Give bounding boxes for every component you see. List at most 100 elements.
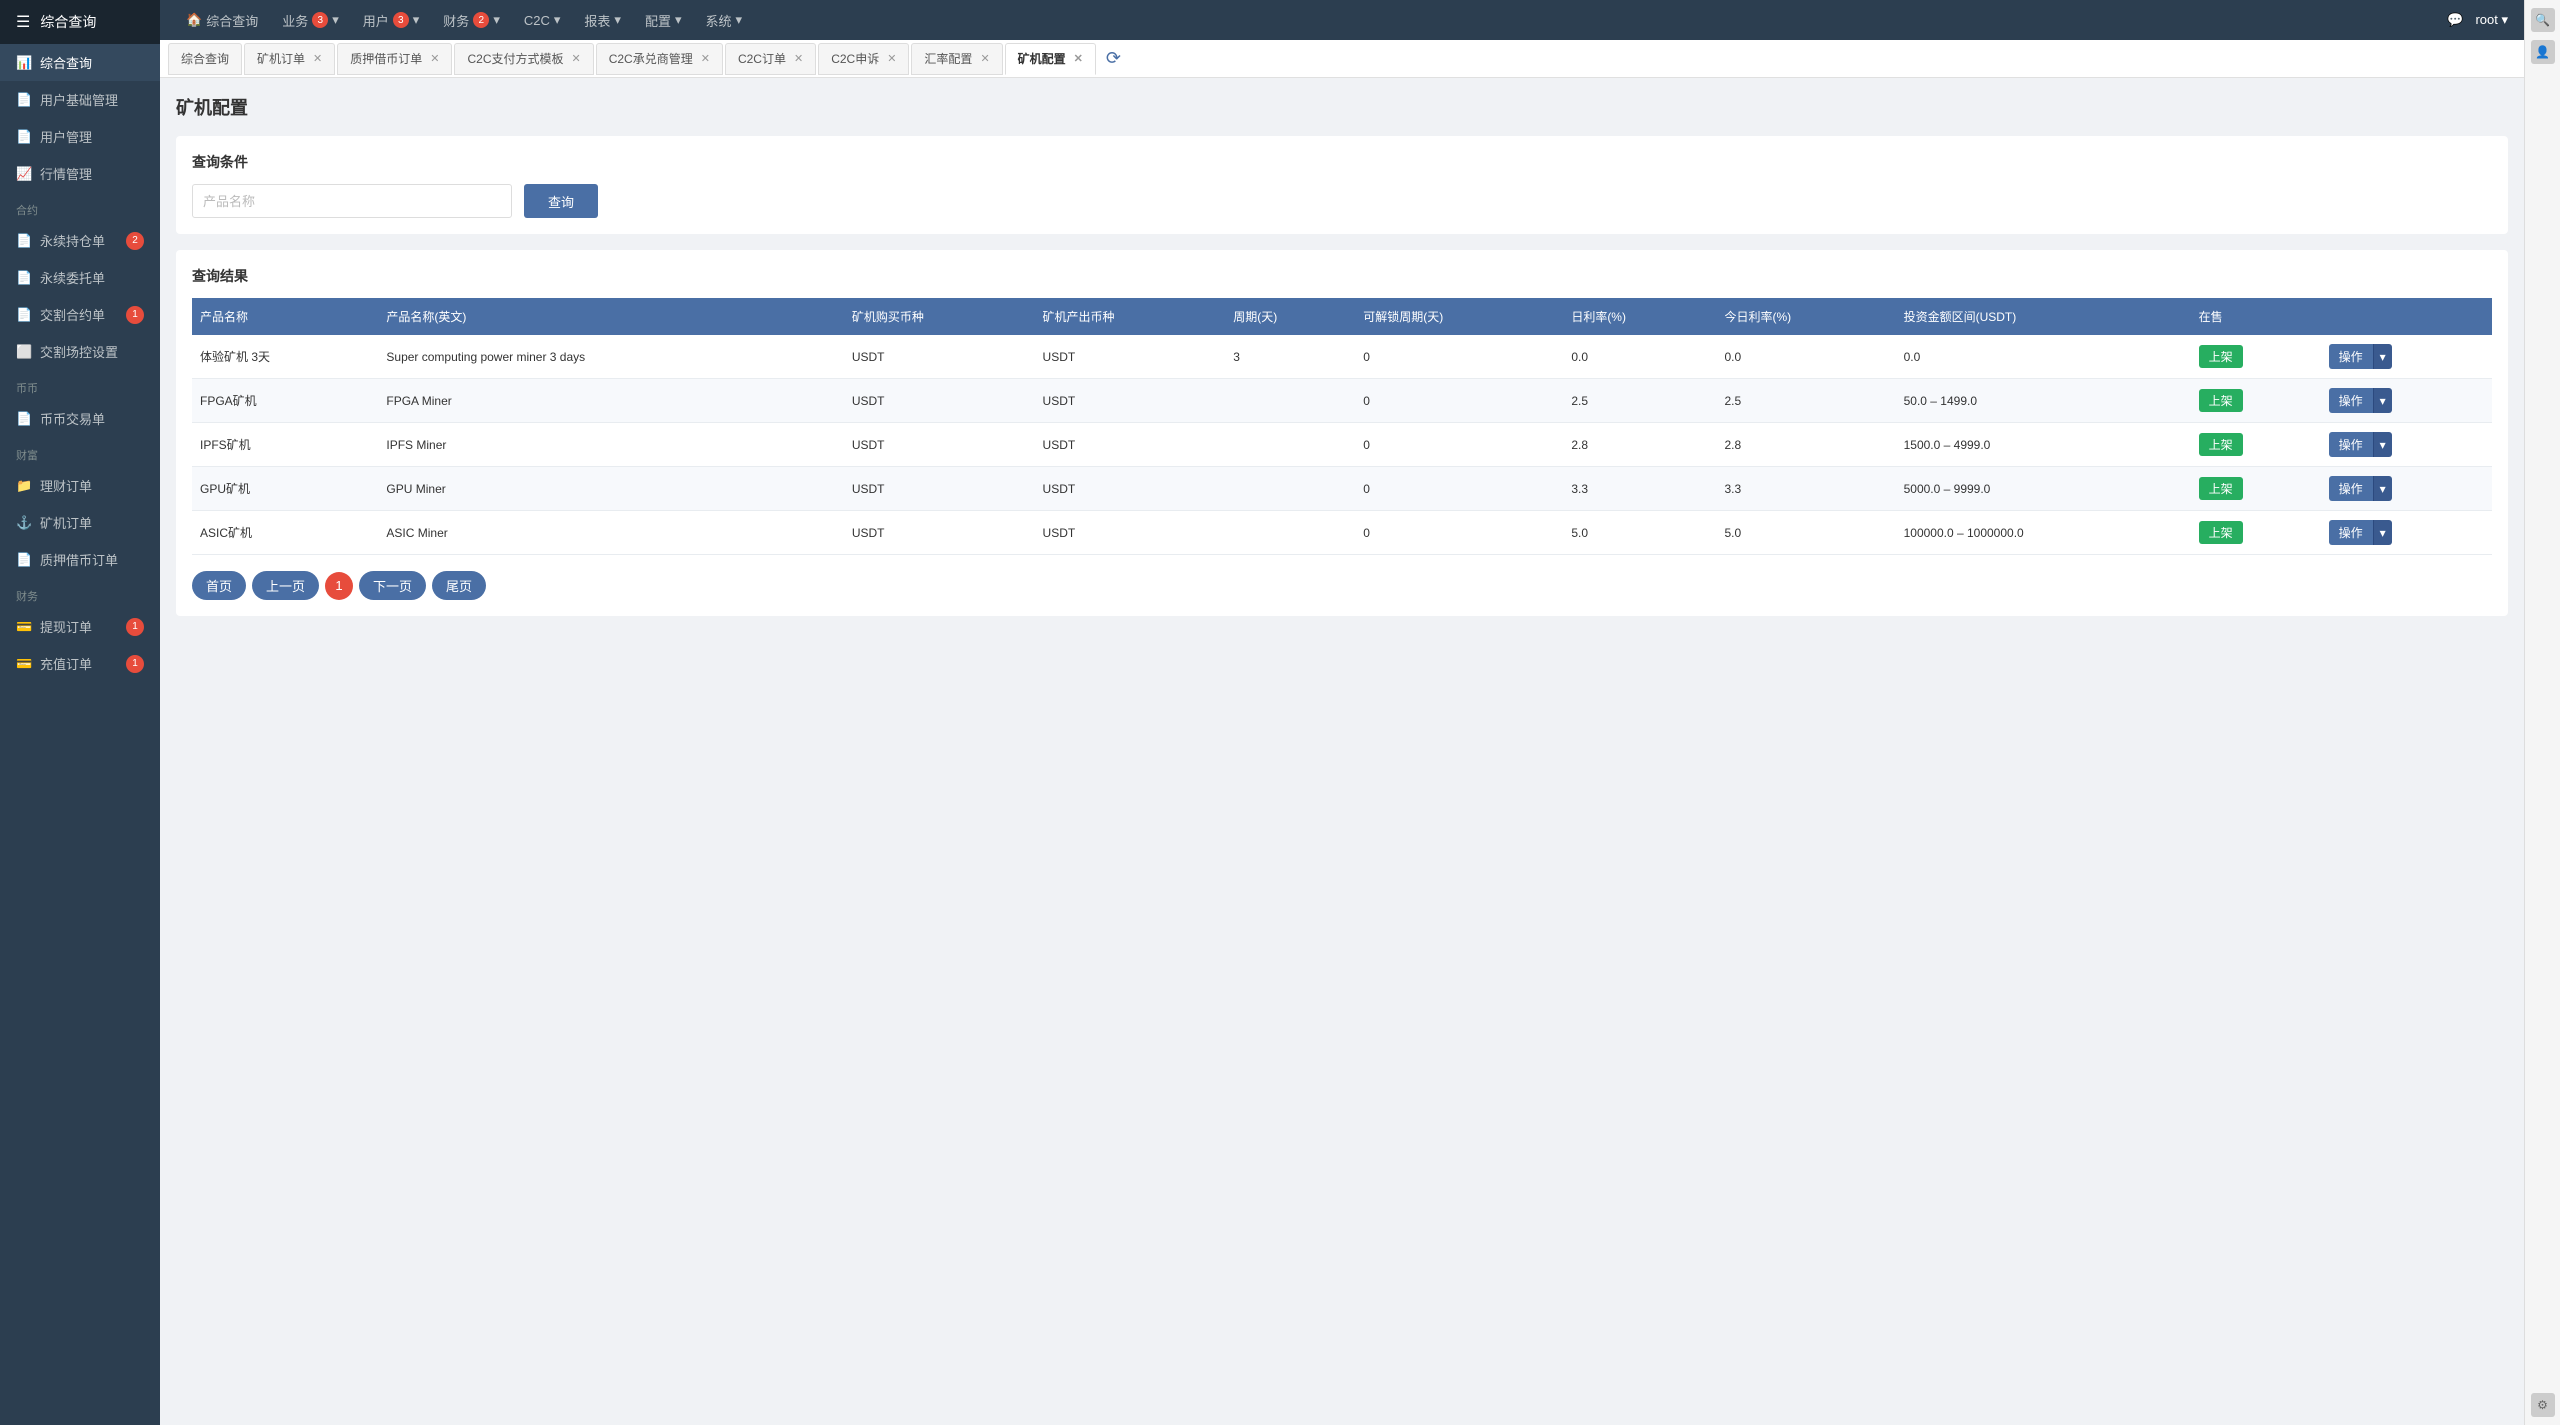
close-icon[interactable]: ✕ bbox=[430, 52, 439, 65]
nav-label: 用户 bbox=[363, 11, 389, 30]
tab-C2C承兑商管理[interactable]: C2C承兑商管理 ✕ bbox=[596, 43, 723, 75]
op-button[interactable]: 操作 bbox=[2329, 520, 2373, 545]
page-prev-button[interactable]: 上一页 bbox=[252, 571, 319, 600]
page-first-button[interactable]: 首页 bbox=[192, 571, 246, 600]
status-button[interactable]: 上架 bbox=[2199, 477, 2243, 500]
nav-item-综合查询[interactable]: 🏠 综合查询 bbox=[176, 0, 268, 40]
tab-C2C支付方式模板[interactable]: C2C支付方式模板 ✕ bbox=[454, 43, 593, 75]
status-button[interactable]: 上架 bbox=[2199, 433, 2243, 456]
col-投资金额区间: 投资金额区间(USDT) bbox=[1896, 298, 2191, 335]
sidebar-item-矿机订单[interactable]: ⚓ 矿机订单 bbox=[0, 504, 160, 541]
badge-充值订单: 1 bbox=[126, 655, 144, 673]
user-name[interactable]: root ▾ bbox=[2475, 12, 2508, 28]
nav-item-业务[interactable]: 业务 3 ▾ bbox=[272, 0, 349, 40]
cell-unlock-period: 0 bbox=[1355, 335, 1563, 379]
sidebar-item-交割合约单[interactable]: 📄 交割合约单 1 bbox=[0, 296, 160, 333]
col-op bbox=[2321, 298, 2492, 335]
nav-item-报表[interactable]: 报表 ▾ bbox=[574, 0, 631, 40]
op-button[interactable]: 操作 bbox=[2329, 476, 2373, 501]
close-icon[interactable]: ✕ bbox=[887, 52, 896, 65]
op-arrow-button[interactable]: ▾ bbox=[2373, 476, 2392, 501]
cell-status: 上架 bbox=[2191, 423, 2321, 467]
col-日利率: 日利率(%) bbox=[1563, 298, 1716, 335]
cell-op: 操作 ▾ bbox=[2321, 379, 2492, 423]
page-last-button[interactable]: 尾页 bbox=[432, 571, 486, 600]
nav-item-系统[interactable]: 系统 ▾ bbox=[695, 0, 752, 40]
sidebar-item-交割场控设置[interactable]: ⬜ 交割场控设置 bbox=[0, 333, 160, 370]
cell-name: FPGA矿机 bbox=[192, 379, 378, 423]
sidebar-item-综合查询[interactable]: 📊 综合查询 bbox=[0, 44, 160, 81]
cell-investment: 50.0 – 1499.0 bbox=[1896, 379, 2191, 423]
op-button[interactable]: 操作 bbox=[2329, 344, 2373, 369]
sidebar-item-永续委托单[interactable]: 📄 永续委托单 bbox=[0, 259, 160, 296]
sidebar-item-提现订单[interactable]: 💳 提现订单 1 bbox=[0, 608, 160, 645]
cell-out-coin: USDT bbox=[1035, 335, 1226, 379]
sidebar: ☰ 综合查询 📊 综合查询 📄 用户基础管理 📄 用户管理 📈 行情管理 合约 … bbox=[0, 0, 160, 1425]
close-icon[interactable]: ✕ bbox=[701, 52, 710, 65]
cell-unlock-period: 0 bbox=[1355, 467, 1563, 511]
sidebar-item-永续持仓单[interactable]: 📄 永续持仓单 2 bbox=[0, 222, 160, 259]
tab-矿机配置[interactable]: 矿机配置 ✕ bbox=[1005, 43, 1096, 75]
table-body: 体验矿机 3天 Super computing power miner 3 da… bbox=[192, 335, 2492, 555]
close-icon[interactable]: ✕ bbox=[794, 52, 803, 65]
sidebar-item-充值订单[interactable]: 💳 充值订单 1 bbox=[0, 645, 160, 682]
sidebar-item-行情管理[interactable]: 📈 行情管理 bbox=[0, 155, 160, 192]
op-arrow-button[interactable]: ▾ bbox=[2373, 388, 2392, 413]
cell-period bbox=[1225, 379, 1355, 423]
status-button[interactable]: 上架 bbox=[2199, 521, 2243, 544]
page-next-button[interactable]: 下一页 bbox=[359, 571, 426, 600]
top-nav-right: 💬 root ▾ bbox=[2447, 12, 2508, 28]
tab-C2C订单[interactable]: C2C订单 ✕ bbox=[725, 43, 816, 75]
tab-综合查询[interactable]: 综合查询 bbox=[168, 43, 242, 75]
tab-C2C申诉[interactable]: C2C申诉 ✕ bbox=[818, 43, 909, 75]
sidebar-item-用户基础管理[interactable]: 📄 用户基础管理 bbox=[0, 81, 160, 118]
tab-汇率配置[interactable]: 汇率配置 ✕ bbox=[911, 43, 1002, 75]
pagination: 首页 上一页 1 下一页 尾页 bbox=[192, 571, 2492, 600]
status-button[interactable]: 上架 bbox=[2199, 389, 2243, 412]
sidebar-item-质押借币订单[interactable]: 📄 质押借币订单 bbox=[0, 541, 160, 578]
sidebar-item-用户管理[interactable]: 📄 用户管理 bbox=[0, 118, 160, 155]
op-arrow-button[interactable]: ▾ bbox=[2373, 432, 2392, 457]
tab-label: C2C申诉 bbox=[831, 50, 879, 67]
nav-item-C2C[interactable]: C2C ▾ bbox=[514, 0, 571, 40]
chevron-down-icon: ▾ bbox=[614, 12, 621, 28]
sidebar-item-币币交易单[interactable]: 📄 币币交易单 bbox=[0, 400, 160, 437]
tab-质押借币订单[interactable]: 质押借币订单 ✕ bbox=[337, 43, 452, 75]
nav-item-用户[interactable]: 用户 3 ▾ bbox=[353, 0, 430, 40]
nav-item-财务[interactable]: 财务 2 ▾ bbox=[433, 0, 510, 40]
op-arrow-button[interactable]: ▾ bbox=[2373, 344, 2392, 369]
doc-icon: 📄 bbox=[16, 270, 32, 286]
search-side-icon[interactable]: 🔍 bbox=[2531, 8, 2555, 32]
refresh-icon[interactable]: ⟳ bbox=[1106, 48, 1121, 69]
page-current: 1 bbox=[325, 572, 353, 600]
search-button[interactable]: 查询 bbox=[524, 184, 598, 218]
user-side-icon[interactable]: 👤 bbox=[2531, 40, 2555, 64]
close-icon[interactable]: ✕ bbox=[572, 52, 581, 65]
close-icon[interactable]: ✕ bbox=[313, 52, 322, 65]
menu-icon[interactable]: ☰ bbox=[16, 12, 30, 32]
sidebar-section-币币: 📄 币币交易单 bbox=[0, 400, 160, 437]
nav-label: 系统 bbox=[705, 11, 731, 30]
op-button[interactable]: 操作 bbox=[2329, 432, 2373, 457]
cell-status: 上架 bbox=[2191, 511, 2321, 555]
cell-name: GPU矿机 bbox=[192, 467, 378, 511]
cell-today-rate: 3.3 bbox=[1716, 467, 1895, 511]
results-card: 查询结果 产品名称 产品名称(英文) 矿机购买币种 矿机产出币种 周期(天) 可… bbox=[176, 250, 2508, 616]
nav-label: 业务 bbox=[282, 11, 308, 30]
sidebar-item-理财订单[interactable]: 📁 理财订单 bbox=[0, 467, 160, 504]
chat-icon[interactable]: 💬 bbox=[2447, 12, 2463, 28]
nav-label: C2C bbox=[524, 13, 550, 28]
nav-item-配置[interactable]: 配置 ▾ bbox=[635, 0, 692, 40]
op-arrow-button[interactable]: ▾ bbox=[2373, 520, 2392, 545]
main-wrapper: 🏠 综合查询 业务 3 ▾ 用户 3 ▾ 财务 2 ▾ C2C ▾ 报表 ▾ 配… bbox=[160, 0, 2524, 1425]
close-icon[interactable]: ✕ bbox=[980, 52, 989, 65]
page-title: 矿机配置 bbox=[176, 94, 2508, 120]
op-button[interactable]: 操作 bbox=[2329, 388, 2373, 413]
settings-side-icon[interactable]: ⚙ bbox=[2531, 1393, 2555, 1417]
search-input[interactable] bbox=[192, 184, 512, 218]
tab-label: C2C订单 bbox=[738, 50, 786, 67]
status-button[interactable]: 上架 bbox=[2199, 345, 2243, 368]
cell-buy-coin: USDT bbox=[844, 467, 1035, 511]
tab-矿机订单[interactable]: 矿机订单 ✕ bbox=[244, 43, 335, 75]
close-icon[interactable]: ✕ bbox=[1074, 52, 1083, 65]
